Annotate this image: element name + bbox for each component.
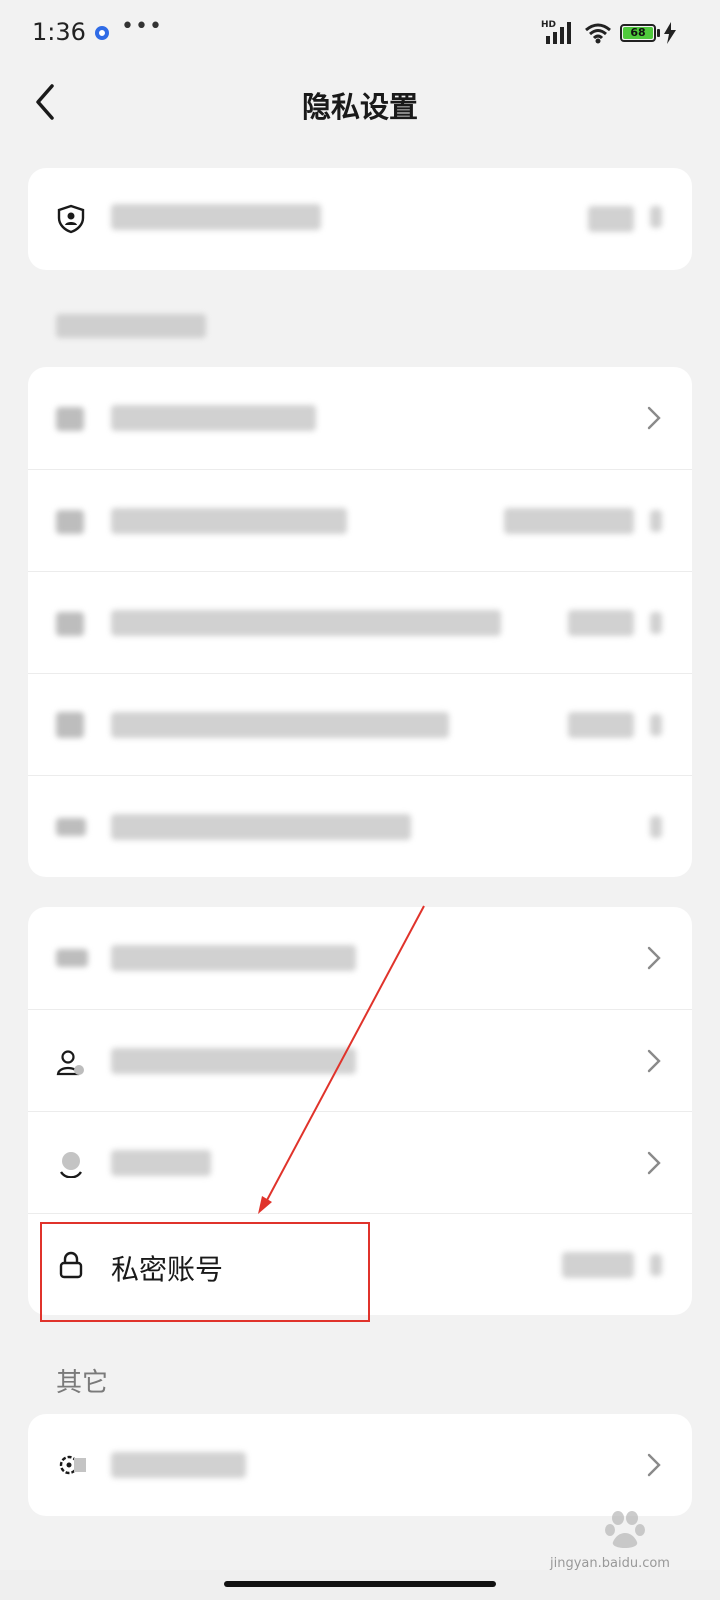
watermark-text: jingyan.baidu.com xyxy=(550,1556,670,1571)
blurred-label xyxy=(111,814,411,840)
nav-bar: 隐私设置 xyxy=(0,66,720,146)
person-icon xyxy=(56,407,84,431)
chevron-right-icon xyxy=(647,406,661,430)
blurred-label xyxy=(111,508,347,534)
other-card xyxy=(28,1414,692,1516)
blurred-chevron-icon xyxy=(650,816,662,838)
notification-dot-icon xyxy=(95,26,109,40)
section-title-account xyxy=(56,314,206,345)
account-row-4[interactable] xyxy=(28,673,692,775)
person-icon xyxy=(56,712,84,738)
chevron-right-icon xyxy=(647,1151,661,1175)
eye-icon xyxy=(56,949,88,967)
account-row-5[interactable] xyxy=(28,775,692,877)
account-settings-card xyxy=(28,367,692,877)
blurred-chevron-icon xyxy=(650,714,662,736)
account-row-1[interactable] xyxy=(28,367,692,469)
one-tap-privacy-card xyxy=(28,168,692,270)
blurred-label xyxy=(111,1150,211,1176)
wifi-icon xyxy=(585,23,611,44)
page-title: 隐私设置 xyxy=(301,90,418,124)
blurred-chevron-icon xyxy=(650,206,662,228)
status-time: 1:36 xyxy=(32,18,86,46)
blurred-chevron-icon xyxy=(650,612,662,634)
blurred-chevron-icon xyxy=(650,1254,662,1276)
battery-icon: 68 xyxy=(620,24,656,42)
blurred-label xyxy=(111,945,356,971)
gear-icon xyxy=(59,1455,86,1475)
section-title-other: 其它 xyxy=(56,1368,109,1398)
blurred-label xyxy=(111,712,449,738)
annotation-highlight-box xyxy=(40,1222,370,1322)
blurred-section-title xyxy=(56,314,206,338)
account-row-3[interactable] xyxy=(28,571,692,673)
chevron-right-icon xyxy=(647,1049,661,1073)
more-notifications-icon: ••• xyxy=(121,14,163,39)
status-bar: 1:36 ••• HD 68 xyxy=(0,0,720,66)
other-row-1[interactable] xyxy=(28,1414,692,1516)
signal-icon xyxy=(546,22,571,44)
account-row-2[interactable] xyxy=(28,469,692,571)
blurred-value xyxy=(568,712,634,738)
privacy-row-3[interactable] xyxy=(28,1111,692,1213)
blurred-label xyxy=(111,1048,356,1074)
blurred-value xyxy=(504,508,634,534)
shield-person-icon xyxy=(57,204,85,234)
chevron-right-icon xyxy=(647,946,661,970)
person-icon xyxy=(56,612,84,636)
person-icon xyxy=(56,510,84,534)
privacy-row-2[interactable] xyxy=(28,1009,692,1111)
blurred-value xyxy=(568,610,634,636)
battery-cap xyxy=(657,29,660,37)
blurred-value xyxy=(562,1252,634,1278)
list-icon xyxy=(56,818,86,836)
battery-level: 68 xyxy=(623,27,653,39)
blurred-chevron-icon xyxy=(650,510,662,532)
blurred-label xyxy=(111,204,321,230)
blurred-value xyxy=(588,206,634,232)
blurred-label xyxy=(111,1452,246,1478)
person-block-icon xyxy=(56,1050,84,1076)
blurred-label xyxy=(111,405,316,431)
blacklist-icon xyxy=(60,1152,82,1178)
privacy-row-1[interactable] xyxy=(28,907,692,1009)
one-tap-privacy-row[interactable] xyxy=(28,168,692,270)
charging-bolt-icon xyxy=(664,22,676,44)
blurred-label xyxy=(111,610,501,636)
home-indicator[interactable] xyxy=(224,1581,496,1587)
chevron-right-icon xyxy=(647,1453,661,1477)
